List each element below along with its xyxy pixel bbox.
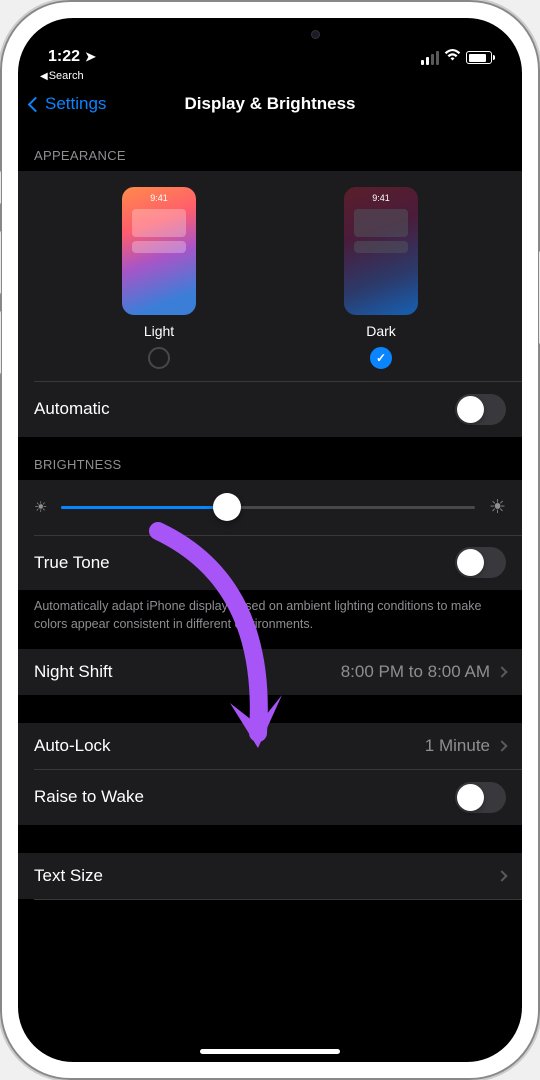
mute-switch	[0, 170, 1, 205]
brightness-slider[interactable]	[61, 506, 475, 509]
autolock-cell[interactable]: Auto-Lock 1 Minute	[18, 723, 522, 769]
sun-dim-icon: ☀︎	[34, 498, 47, 516]
automatic-toggle[interactable]	[455, 394, 506, 425]
autolock-value: 1 Minute	[425, 736, 490, 756]
dark-thumbnail: 9:41	[344, 187, 418, 315]
back-to-app-button[interactable]: ◀ Search	[18, 68, 522, 82]
slider-knob[interactable]	[213, 493, 241, 521]
brightness-section-header: BRIGHTNESS	[18, 437, 522, 480]
wifi-icon	[444, 49, 461, 66]
truetone-footer: Automatically adapt iPhone display based…	[18, 590, 522, 649]
brightness-slider-row: ☀︎ ☀︎	[18, 480, 522, 535]
autolock-label: Auto-Lock	[34, 736, 111, 756]
appearance-option-dark[interactable]: 9:41 Dark ✓	[344, 187, 418, 369]
device-frame: 1:22 ➤ ◀ Search Settings Display	[0, 0, 540, 1080]
screen: 1:22 ➤ ◀ Search Settings Display	[18, 18, 522, 1062]
status-time: 1:22	[48, 48, 80, 66]
raise-cell: Raise to Wake	[18, 770, 522, 825]
textsize-label: Text Size	[34, 866, 103, 886]
status-right	[421, 49, 492, 66]
home-indicator[interactable]	[200, 1049, 340, 1054]
status-left: 1:22 ➤	[48, 48, 96, 66]
appearance-group: 9:41 Light 9:41 Dark ✓	[18, 171, 522, 437]
back-button[interactable]: Settings	[30, 94, 106, 114]
light-label: Light	[144, 323, 174, 339]
raise-toggle[interactable]	[455, 782, 506, 813]
back-label: Settings	[45, 94, 106, 114]
volume-up-button	[0, 230, 1, 295]
battery-icon	[466, 51, 492, 64]
raise-label: Raise to Wake	[34, 787, 144, 807]
dark-radio[interactable]: ✓	[370, 347, 392, 369]
chevron-right-icon	[496, 666, 507, 677]
chevron-right-icon	[496, 870, 507, 881]
nightshift-cell[interactable]: Night Shift 8:00 PM to 8:00 AM	[18, 649, 522, 695]
appearance-section-header: APPEARANCE	[18, 128, 522, 171]
thumb-time: 9:41	[150, 193, 168, 203]
notch	[165, 18, 375, 50]
chevron-left-icon	[28, 96, 44, 112]
light-thumbnail: 9:41	[122, 187, 196, 315]
dark-label: Dark	[366, 323, 396, 339]
appearance-row: 9:41 Light 9:41 Dark ✓	[18, 171, 522, 381]
page-title: Display & Brightness	[185, 94, 356, 114]
truetone-cell: True Tone	[18, 535, 522, 590]
nightshift-value: 8:00 PM to 8:00 AM	[341, 662, 490, 682]
nightshift-label: Night Shift	[34, 662, 112, 682]
chevron-right-icon	[496, 740, 507, 751]
automatic-cell: Automatic	[18, 382, 522, 437]
brightness-group: ☀︎ ☀︎ True Tone	[18, 480, 522, 591]
light-radio[interactable]	[148, 347, 170, 369]
thumb-time: 9:41	[372, 193, 390, 203]
cellular-signal-icon	[421, 51, 439, 65]
back-app-label: Search	[49, 70, 84, 82]
nav-bar: Settings Display & Brightness	[18, 82, 522, 128]
front-camera	[311, 30, 320, 39]
sun-bright-icon: ☀︎	[489, 496, 506, 519]
automatic-label: Automatic	[34, 399, 110, 419]
checkmark-icon: ✓	[376, 351, 386, 365]
text-group: Text Size	[18, 853, 522, 900]
content: APPEARANCE 9:41 Light 9:41	[18, 128, 522, 1052]
location-icon: ➤	[85, 49, 96, 65]
volume-down-button	[0, 310, 1, 375]
textsize-cell[interactable]: Text Size	[18, 853, 522, 899]
truetone-label: True Tone	[34, 553, 110, 573]
appearance-option-light[interactable]: 9:41 Light	[122, 187, 196, 369]
lock-group: Auto-Lock 1 Minute Raise to Wake	[18, 723, 522, 825]
divider	[34, 899, 522, 900]
truetone-toggle[interactable]	[455, 547, 506, 578]
nightshift-group: Night Shift 8:00 PM to 8:00 AM	[18, 649, 522, 695]
